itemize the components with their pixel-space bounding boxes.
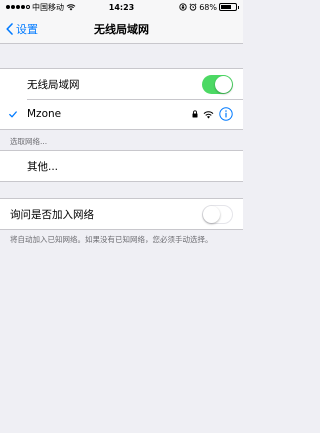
wifi-toggle-row: 无线局域网: [0, 69, 243, 99]
ask-to-join-note: 将自动加入已知网络。如果没有已知网络，您必须手动选择。: [10, 235, 213, 244]
checkmark-icon: [9, 110, 17, 117]
ask-to-join-switch[interactable]: [202, 204, 233, 224]
toggle-knob: [203, 205, 220, 223]
wifi-toggle-switch[interactable]: [202, 74, 233, 94]
battery-level: [221, 5, 231, 9]
chevron-left-icon: [6, 22, 13, 35]
back-button[interactable]: 设置: [0, 21, 38, 37]
network-icons: [192, 107, 233, 121]
back-label: 设置: [16, 22, 38, 36]
battery-icon: [219, 3, 239, 11]
wifi-icon: [203, 110, 214, 118]
ask-to-join-row: 询问是否加入网络: [0, 199, 243, 229]
choose-network-header: 选取网络...: [10, 137, 48, 146]
battery-percent: 68%: [199, 2, 217, 12]
alarm-icon: [189, 3, 197, 11]
other-network-label: 其他...: [27, 160, 59, 173]
wifi-group: 无线局域网 Mzone: [0, 68, 243, 130]
status-right: 68%: [179, 2, 239, 12]
network-name: Mzone: [27, 108, 62, 120]
other-network-group: 其他...: [0, 150, 243, 182]
network-row-mzone[interactable]: Mzone: [0, 99, 243, 129]
ask-to-join-group: 询问是否加入网络: [0, 198, 243, 230]
wifi-toggle-label: 无线局域网: [27, 78, 80, 91]
other-network-row[interactable]: 其他...: [0, 151, 243, 181]
navigation-bar: 设置 无线局域网: [0, 14, 243, 44]
lock-icon: [192, 110, 198, 118]
status-bar: 中国移动 14:23 68%: [0, 0, 243, 14]
ask-to-join-label: 询问是否加入网络: [10, 208, 94, 221]
info-icon[interactable]: [219, 107, 233, 121]
rotation-lock-icon: [179, 3, 187, 11]
toggle-knob: [215, 75, 232, 93]
